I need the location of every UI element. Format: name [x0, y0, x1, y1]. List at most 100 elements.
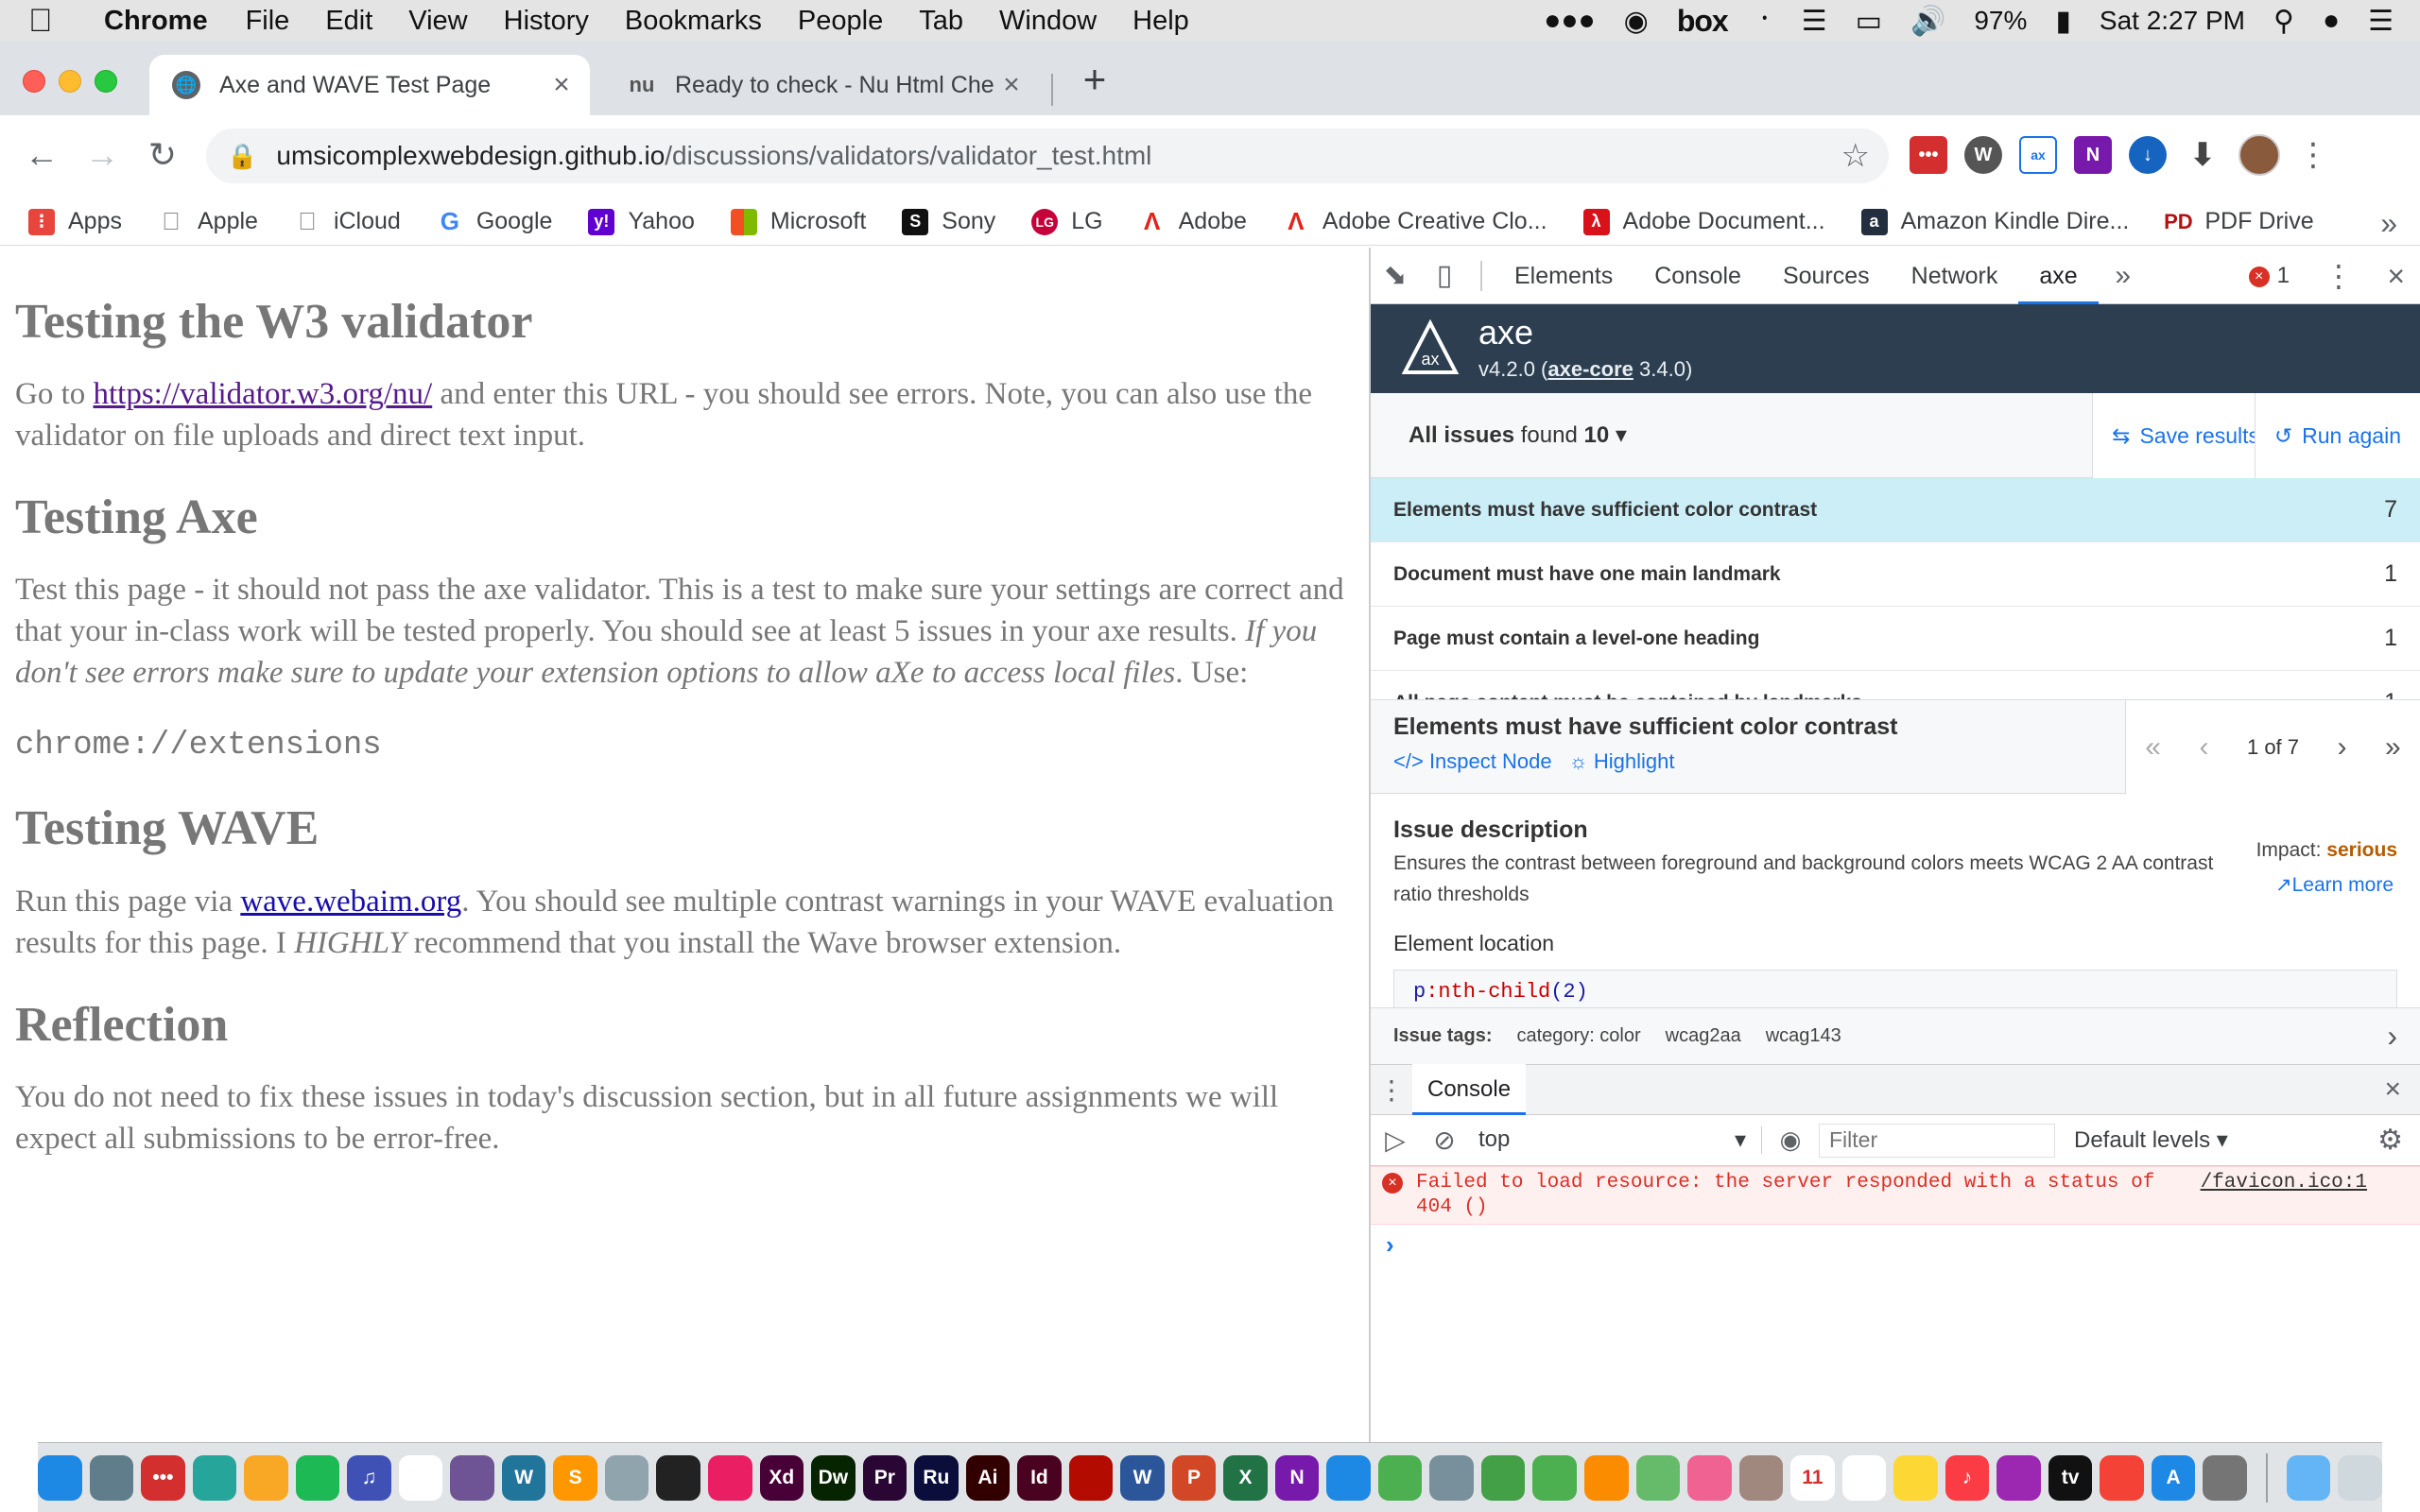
bookmark-star-icon[interactable]: ☆: [1841, 137, 1870, 175]
lock-icon[interactable]: 🔒: [227, 142, 257, 171]
element-location-selector[interactable]: p:nth-child(2): [1393, 970, 2397, 1007]
preview-icon[interactable]: [1429, 1454, 1474, 1501]
menu-clock[interactable]: Sat 2:27 PM: [2100, 6, 2245, 36]
calendar-icon[interactable]: 11: [1790, 1454, 1835, 1501]
onenote-icon[interactable]: N: [1274, 1454, 1320, 1501]
powerpoint-icon[interactable]: P: [1171, 1454, 1217, 1501]
tab-sources[interactable]: Sources: [1762, 248, 1891, 304]
drawer-close-icon[interactable]: ×: [2384, 1074, 2401, 1106]
dreamweaver-icon[interactable]: Dw: [811, 1454, 856, 1501]
menu-tab[interactable]: Tab: [919, 6, 963, 37]
notification-center-icon[interactable]: ☰: [2368, 5, 2394, 38]
cyberduck-icon[interactable]: [244, 1454, 288, 1501]
github-icon[interactable]: [450, 1454, 494, 1501]
apple-menu-icon[interactable]: : [28, 3, 79, 40]
close-window-button[interactable]: [23, 70, 45, 93]
devtools-menu-icon[interactable]: ⋮: [2324, 248, 2354, 304]
tab-console[interactable]: Console: [1634, 248, 1762, 304]
podcasts-icon[interactable]: [1996, 1454, 2041, 1501]
live-expression-eye-icon[interactable]: ◉: [1762, 1125, 1819, 1155]
xd-icon[interactable]: Xd: [759, 1454, 804, 1501]
tab-elements[interactable]: Elements: [1494, 248, 1634, 304]
messages-icon[interactable]: [1532, 1454, 1578, 1501]
acrobat-icon[interactable]: [1068, 1454, 1114, 1501]
inspect-element-icon[interactable]: ⬊: [1371, 259, 1420, 292]
bookmark-icloud[interactable]:  iCloud: [294, 207, 401, 235]
more-tabs-icon[interactable]: »: [2099, 260, 2148, 292]
console-filter-input[interactable]: [1819, 1123, 2055, 1158]
bookmark-adobe[interactable]: Λ Adobe: [1139, 207, 1247, 235]
bluetooth-icon[interactable]: ᛫: [1756, 5, 1773, 37]
minimize-window-button[interactable]: [59, 70, 81, 93]
figma-icon[interactable]: [656, 1454, 700, 1501]
tab-close-icon[interactable]: ×: [544, 69, 579, 101]
highlight-link[interactable]: ☼ Highlight: [1569, 749, 1675, 774]
onenote-extension-icon[interactable]: N: [2074, 136, 2112, 174]
error-count-badge[interactable]: × 1: [2248, 248, 2290, 304]
red-app-icon[interactable]: [707, 1454, 752, 1501]
bookmark-sony[interactable]: S Sony: [902, 208, 995, 235]
spotify-icon[interactable]: [295, 1454, 340, 1501]
launchpad-icon[interactable]: [89, 1454, 134, 1501]
downloads-folder-icon[interactable]: [2286, 1454, 2331, 1501]
chevron-right-icon[interactable]: ›: [2387, 1019, 2397, 1054]
lastpass-icon[interactable]: •••: [141, 1454, 185, 1501]
illustrator-icon[interactable]: Ai: [965, 1454, 1011, 1501]
battery-icon[interactable]: ▮: [2055, 5, 2071, 38]
notes-icon[interactable]: [1893, 1454, 1938, 1501]
menu-app-chrome[interactable]: Chrome: [104, 6, 208, 37]
tv-icon[interactable]: tv: [2048, 1454, 2093, 1501]
drawer-tab-console[interactable]: Console: [1412, 1064, 1527, 1115]
console-prompt[interactable]: ›: [1371, 1225, 2420, 1260]
menu-people[interactable]: People: [798, 6, 883, 37]
new-tab-button[interactable]: +: [1076, 59, 1114, 100]
spotlight-search-icon[interactable]: ⚲: [2273, 5, 2294, 38]
trash-icon[interactable]: [2338, 1454, 2382, 1501]
menu-file[interactable]: File: [246, 6, 290, 37]
forward-arrow-icon[interactable]: →: [79, 132, 125, 178]
reminders-icon[interactable]: [1841, 1454, 1887, 1501]
first-page-icon[interactable]: «: [2145, 731, 2161, 764]
profile-avatar[interactable]: [2238, 134, 2280, 176]
rush-icon[interactable]: Ru: [914, 1454, 959, 1501]
tab-axe[interactable]: axe: [2018, 248, 2099, 304]
lastpass-extension-icon[interactable]: •••: [1910, 136, 1947, 174]
bookmark-google[interactable]: G Google: [437, 207, 553, 235]
bookmark-adobe-creative-cloud[interactable]: Λ Adobe Creative Clo...: [1283, 207, 1547, 235]
volume-icon[interactable]: 🔊: [1910, 5, 1945, 38]
menu-history[interactable]: History: [504, 6, 589, 37]
box-menu-icon[interactable]: box: [1677, 4, 1729, 39]
contacts-icon[interactable]: [1738, 1454, 1784, 1501]
issue-row-main-landmark[interactable]: Document must have one main landmark 1: [1371, 542, 2420, 607]
save-results-button[interactable]: ⇆ Save results: [2092, 393, 2278, 478]
bookmark-yahoo[interactable]: y! Yahoo: [588, 208, 695, 235]
amazon-music-icon[interactable]: ♫: [347, 1454, 391, 1501]
wordpress-icon[interactable]: W: [501, 1454, 546, 1501]
back-arrow-icon[interactable]: ←: [19, 132, 64, 178]
issue-row-level-one-heading[interactable]: Page must contain a level-one heading 1: [1371, 607, 2420, 671]
drawer-menu-icon[interactable]: ⋮: [1371, 1074, 1412, 1106]
axe-extension-icon[interactable]: ax: [2019, 136, 2057, 174]
tab-nu-html-checker[interactable]: nu Ready to check - Nu Html Check ×: [605, 55, 1040, 115]
download-extension-icon[interactable]: ↓: [2129, 136, 2167, 174]
music-icon[interactable]: ♪: [1945, 1454, 1990, 1501]
validator-link[interactable]: https://validator.w3.org/nu/: [94, 377, 433, 411]
wave-link[interactable]: wave.webaim.org: [240, 885, 461, 919]
slack-icon[interactable]: [398, 1454, 443, 1501]
issue-row-color-contrast[interactable]: Elements must have sufficient color cont…: [1371, 478, 2420, 542]
menu-window[interactable]: Window: [999, 6, 1097, 37]
address-bar[interactable]: 🔒 umsicomplexwebdesign.github.io/discuss…: [206, 129, 1889, 183]
premiere-icon[interactable]: Pr: [862, 1454, 908, 1501]
photos-icon[interactable]: [1687, 1454, 1732, 1501]
learn-more-link[interactable]: ↗Learn more: [2275, 873, 2394, 897]
tab-close-icon[interactable]: ×: [994, 69, 1028, 101]
bookmark-apps[interactable]: ⋮ Apps: [28, 208, 122, 235]
device-toolbar-icon[interactable]: ▯: [1420, 259, 1469, 292]
menu-edit[interactable]: Edit: [325, 6, 372, 37]
tab-axe-wave-test[interactable]: 🌐 Axe and WAVE Test Page ×: [149, 55, 590, 115]
books-icon[interactable]: [1584, 1454, 1629, 1501]
wifi-icon[interactable]: ☰: [1802, 5, 1827, 38]
last-page-icon[interactable]: »: [2385, 731, 2401, 764]
indesign-icon[interactable]: Id: [1017, 1454, 1062, 1501]
bookmark-lg[interactable]: LG LG: [1031, 208, 1103, 235]
